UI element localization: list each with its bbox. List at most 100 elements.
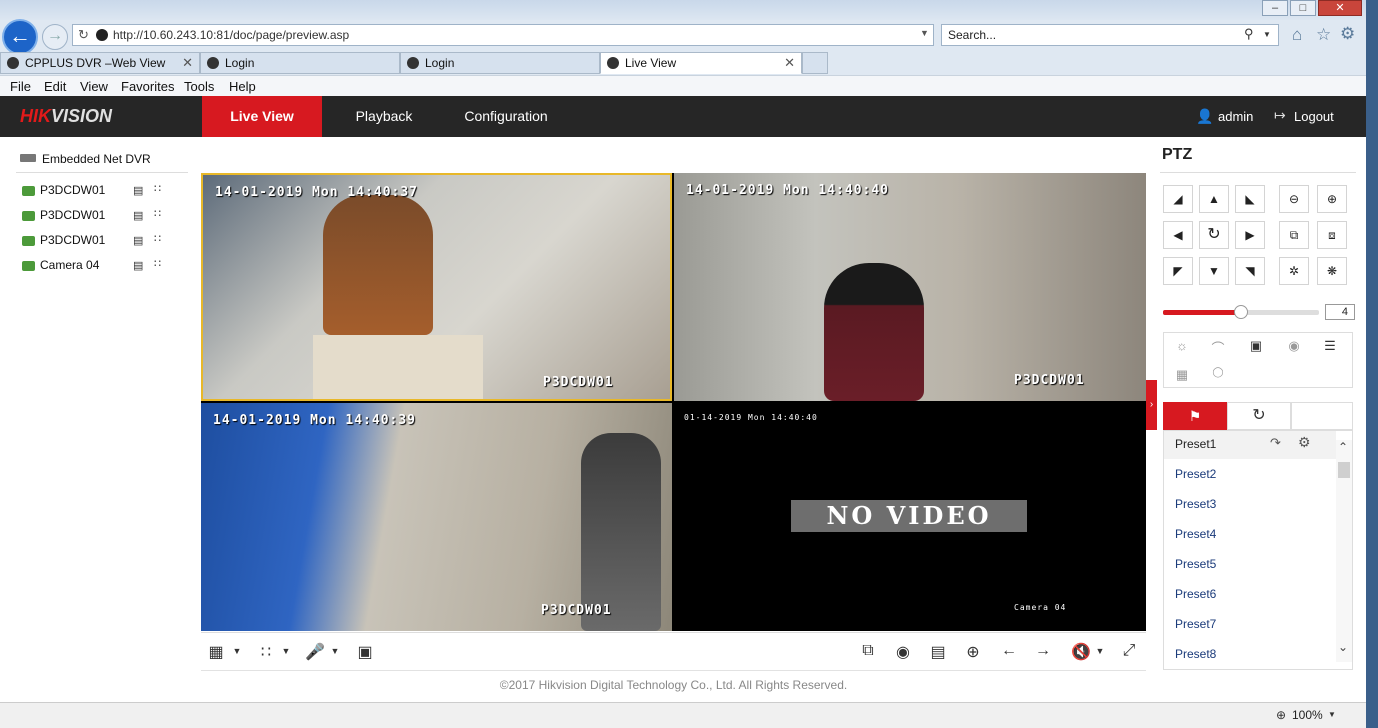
area-focus-icon[interactable]: ▦ [1170, 367, 1194, 383]
ptz-down-button[interactable]: ▼ [1199, 257, 1229, 285]
address-dropdown-icon[interactable]: ▼ [920, 28, 929, 38]
forward-button[interactable]: → [42, 24, 68, 50]
tree-camera-2[interactable]: P3DCDW01 [40, 208, 105, 222]
call-preset-icon[interactable]: ↷ [1270, 435, 1281, 451]
logout-icon[interactable]: ↦ [1274, 107, 1286, 124]
menu-icon[interactable]: ☰ [1318, 338, 1342, 354]
zoom-level[interactable]: 100% [1292, 708, 1323, 722]
auto-focus-icon[interactable]: ▣ [1244, 338, 1268, 354]
nav-playback[interactable]: Playback [324, 96, 444, 137]
preset-scroll-thumb[interactable] [1338, 462, 1350, 478]
stream-type-icon[interactable]: ∷ [154, 182, 161, 195]
stream-type-icon[interactable]: ∷ [256, 642, 276, 662]
focus-near-icon[interactable]: ⧉ [1279, 221, 1309, 249]
ptz-down-right-button[interactable]: ◥ [1235, 257, 1265, 285]
stream-type-icon[interactable]: ∷ [154, 257, 161, 270]
capture-camera-icon[interactable]: ◉ [893, 642, 913, 662]
record-clip-icon[interactable]: ▤ [928, 642, 948, 662]
ptz-down-left-button[interactable]: ◤ [1163, 257, 1193, 285]
menu-file[interactable]: File [10, 79, 31, 94]
tree-camera-4[interactable]: Camera 04 [40, 258, 99, 272]
home-icon[interactable]: ⌂ [1292, 25, 1302, 45]
stop-all-icon[interactable]: ⧉ [858, 642, 878, 660]
ptz-right-button[interactable]: ▶ [1235, 221, 1265, 249]
next-page-icon[interactable]: → [1033, 642, 1053, 660]
preset-item[interactable]: Preset3 [1175, 497, 1216, 511]
iris-close-icon[interactable]: ❋ [1317, 257, 1347, 285]
iris-open-icon[interactable]: ✲ [1279, 257, 1309, 285]
digital-zoom-icon[interactable]: ⊕ [963, 642, 983, 662]
volume-dropdown-icon[interactable]: ▼ [1090, 646, 1110, 656]
preset-item[interactable]: Preset4 [1175, 527, 1216, 541]
close-window-button[interactable]: ✕ [1318, 0, 1362, 16]
preset-item[interactable]: Preset1 [1175, 437, 1216, 451]
record-icon[interactable]: ▤ [133, 234, 143, 247]
pattern-tab[interactable] [1291, 402, 1353, 430]
tree-root-label[interactable]: Embedded Net DVR [42, 152, 151, 166]
menu-edit[interactable]: Edit [44, 79, 66, 94]
preset-item[interactable]: Preset7 [1175, 617, 1216, 631]
microphone-icon[interactable]: 🎤 [305, 642, 325, 662]
preset-item[interactable]: Preset6 [1175, 587, 1216, 601]
previous-page-icon[interactable]: ← [999, 642, 1019, 660]
patrol-tab[interactable]: ↻ [1227, 402, 1291, 430]
search-input[interactable]: Search... [941, 24, 1279, 46]
new-tab-button[interactable] [802, 52, 828, 74]
refresh-icon[interactable]: ↻ [78, 27, 89, 43]
video-pane-4[interactable]: 01-14-2019 Mon 14:40:40 NO VIDEO Camera … [674, 403, 1146, 631]
menu-help[interactable]: Help [229, 79, 256, 94]
window-layout-icon[interactable]: ▦ [206, 642, 226, 662]
tree-camera-1[interactable]: P3DCDW01 [40, 183, 105, 197]
logout-link[interactable]: Logout [1294, 109, 1334, 124]
maximize-button[interactable]: □ [1290, 0, 1316, 16]
tab-cpplus[interactable]: CPPLUS DVR –Web View ✕ [0, 52, 200, 74]
video-pane-1[interactable]: 14-01-2019 Mon 14:40:37 P3DCDW01 [201, 173, 672, 401]
favorites-star-icon[interactable]: ☆ [1316, 25, 1331, 45]
zoom-in-icon[interactable]: ⊕ [1317, 185, 1347, 213]
stream-dropdown-icon[interactable]: ▼ [276, 646, 296, 656]
search-icon[interactable]: ⚲ [1244, 26, 1254, 42]
3d-positioning-icon[interactable]: ◯ [1206, 367, 1230, 378]
speed-slider-handle[interactable] [1234, 305, 1248, 319]
tree-camera-3[interactable]: P3DCDW01 [40, 233, 105, 247]
menu-favorites[interactable]: Favorites [121, 79, 174, 94]
zoom-icon[interactable]: ⊕ [1276, 708, 1286, 722]
stream-type-icon[interactable]: ∷ [154, 207, 161, 220]
ptz-up-button[interactable]: ▲ [1199, 185, 1229, 213]
record-icon[interactable]: ▤ [133, 259, 143, 272]
settings-gear-icon[interactable]: ⚙ [1340, 24, 1355, 44]
nav-live-view[interactable]: Live View [202, 96, 322, 137]
tab-close-icon[interactable]: ✕ [784, 53, 795, 73]
light-icon[interactable]: ☼ [1170, 338, 1194, 353]
stream-type-icon[interactable]: ∷ [154, 232, 161, 245]
address-bar[interactable]: http://10.60.243.10:81/doc/page/preview.… [72, 24, 934, 46]
record-icon[interactable]: ▤ [133, 184, 143, 197]
lens-init-icon[interactable]: ◉ [1282, 338, 1306, 354]
video-pane-2[interactable]: 14-01-2019 Mon 14:40:40 P3DCDW01 [674, 173, 1146, 401]
mic-dropdown-icon[interactable]: ▼ [325, 646, 345, 656]
preset-item[interactable]: Preset5 [1175, 557, 1216, 571]
fullscreen-icon[interactable]: ⤢ [1119, 642, 1139, 660]
menu-view[interactable]: View [80, 79, 108, 94]
tab-live-view[interactable]: Live View ✕ [600, 52, 802, 74]
ptz-up-right-button[interactable]: ◣ [1235, 185, 1265, 213]
menu-tools[interactable]: Tools [184, 79, 214, 94]
preset-item[interactable]: Preset8 [1175, 647, 1216, 661]
preset-item[interactable]: Preset2 [1175, 467, 1216, 481]
scroll-up-icon[interactable]: ⌃ [1338, 440, 1348, 454]
ptz-auto-button[interactable]: ↻ [1199, 221, 1229, 249]
video-pane-3[interactable]: 14-01-2019 Mon 14:40:39 P3DCDW01 [201, 403, 672, 631]
alarm-output-icon[interactable]: ▣ [355, 642, 375, 662]
back-button[interactable]: ← [2, 19, 38, 55]
search-dropdown-icon[interactable]: ▼ [1263, 30, 1271, 39]
ptz-up-left-button[interactable]: ◢ [1163, 185, 1193, 213]
ptz-left-button[interactable]: ◀ [1163, 221, 1193, 249]
set-preset-gear-icon[interactable]: ⚙ [1298, 434, 1311, 451]
tab-close-icon[interactable]: ✕ [182, 53, 193, 73]
zoom-dropdown-icon[interactable]: ▼ [1328, 710, 1336, 719]
minimize-button[interactable]: – [1262, 0, 1288, 16]
nav-configuration[interactable]: Configuration [446, 96, 566, 137]
zoom-out-icon[interactable]: ⊖ [1279, 185, 1309, 213]
tab-login-1[interactable]: Login [200, 52, 400, 74]
record-icon[interactable]: ▤ [133, 209, 143, 222]
